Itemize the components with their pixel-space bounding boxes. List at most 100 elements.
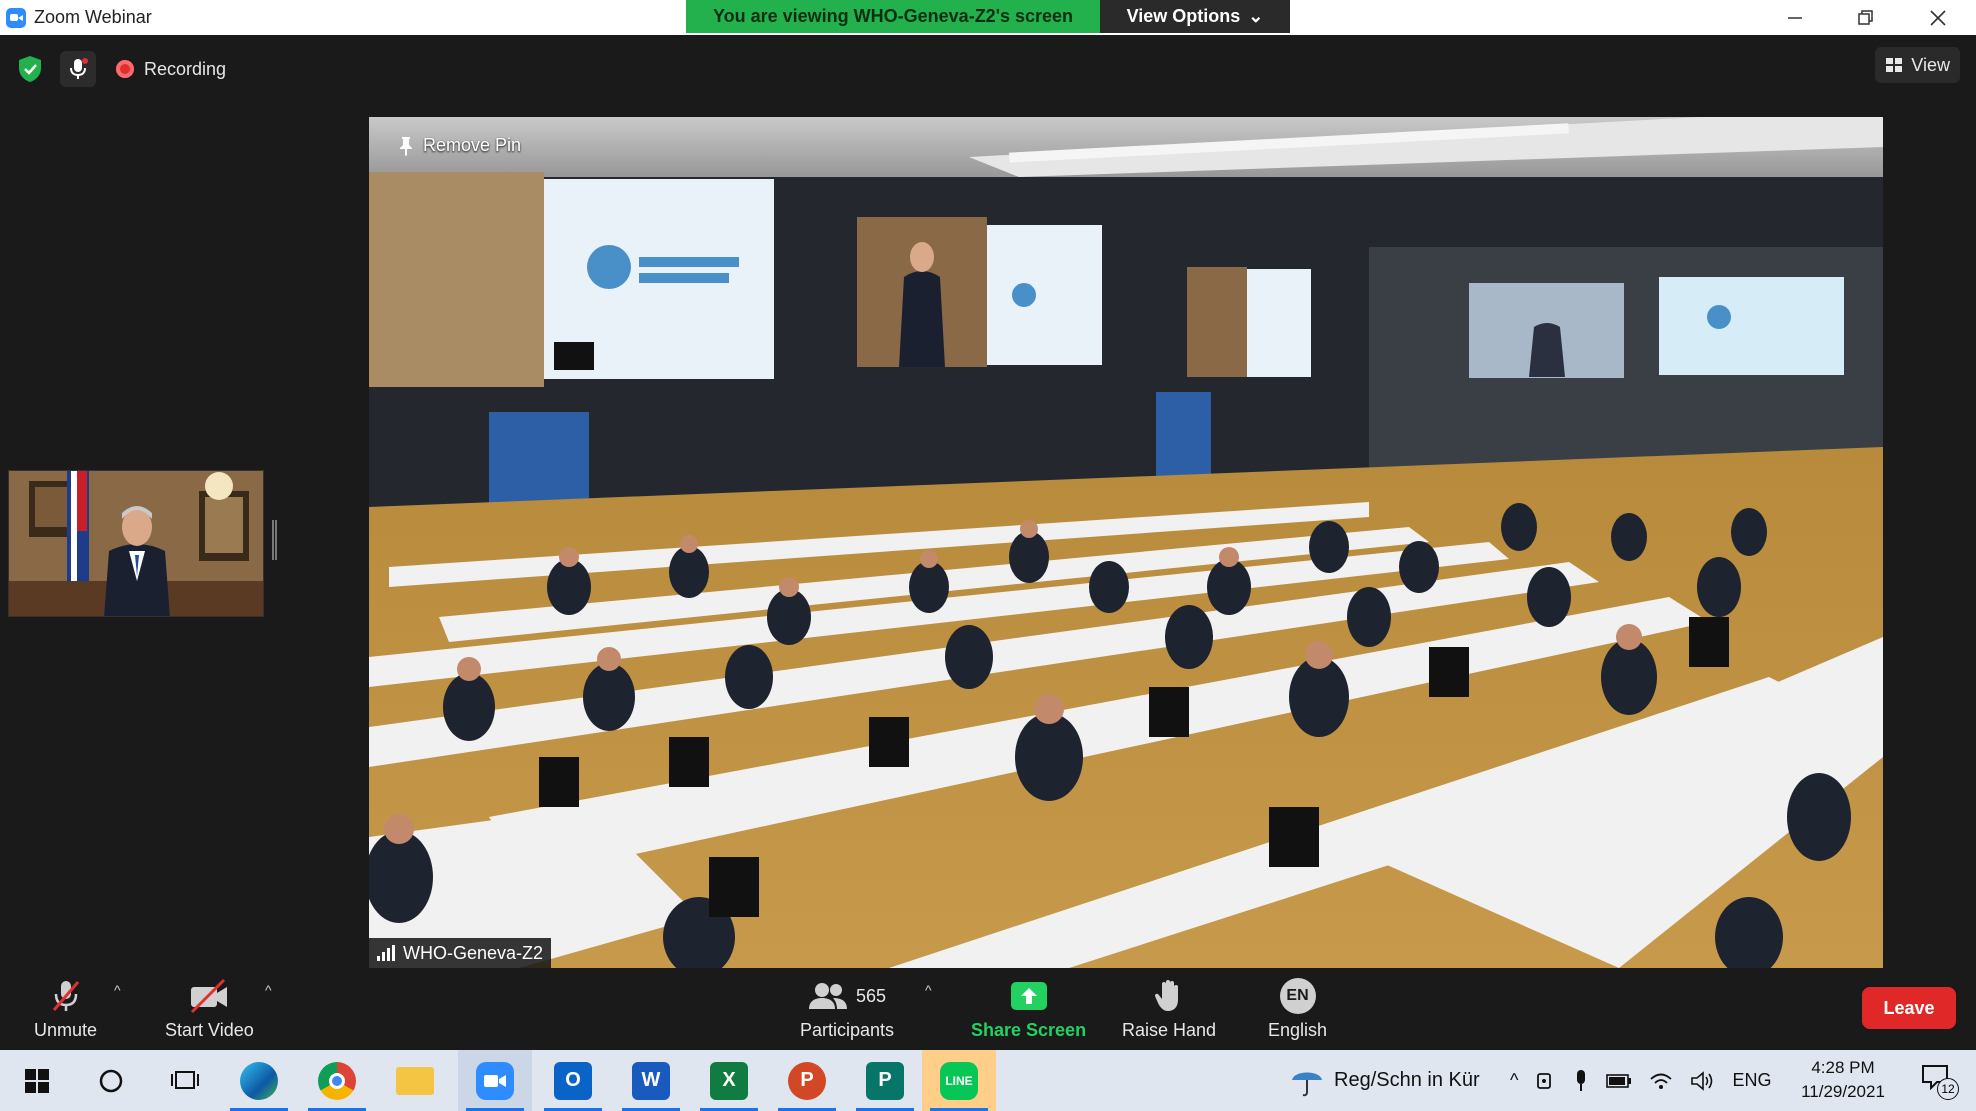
encryption-shield-icon[interactable] <box>14 53 46 85</box>
zoom-logo-icon <box>6 7 26 28</box>
minimize-button[interactable] <box>1765 0 1825 35</box>
line-icon: LINE <box>940 1061 978 1100</box>
video-options-chevron-icon[interactable]: ^ <box>265 982 272 998</box>
recording-dot-icon <box>116 60 134 78</box>
taskbar-file-explorer[interactable] <box>378 1050 452 1111</box>
windows-logo-icon <box>25 1068 49 1093</box>
participants-label: Participants <box>800 1020 895 1040</box>
taskbar-word[interactable]: W <box>614 1050 688 1111</box>
share-screen-icon <box>1010 982 1047 1010</box>
umbrella-icon <box>1292 1072 1322 1096</box>
leave-button[interactable]: Leave <box>1862 987 1956 1029</box>
participants-count: 565 <box>856 985 887 1006</box>
task-view-icon <box>171 1070 199 1089</box>
start-video-button[interactable]: Start Video <box>165 976 254 1041</box>
meeting-area: Recording View Remove Pin WHO-Geneva-Z2 <box>0 35 1976 968</box>
speaker-name-tag: WHO-Geneva-Z2 <box>369 938 552 968</box>
chevron-down-icon: ⌄ <box>1248 6 1264 26</box>
zoom-icon <box>476 1061 514 1100</box>
restore-icon <box>1858 9 1873 25</box>
chrome-icon <box>318 1061 356 1100</box>
taskbar-chrome[interactable] <box>300 1050 374 1111</box>
recording-label: Recording <box>144 58 227 79</box>
publisher-icon: P <box>866 1061 904 1100</box>
word-icon: W <box>632 1061 670 1100</box>
raise-hand-icon <box>1155 980 1179 1011</box>
taskbar-excel[interactable]: X <box>692 1050 766 1111</box>
battery-icon[interactable] <box>1606 1073 1632 1088</box>
pin-icon <box>400 136 412 156</box>
minimize-icon <box>1788 16 1802 19</box>
language-interpretation-button[interactable]: EN English <box>1268 976 1327 1041</box>
view-options-label: View Options <box>1126 6 1241 26</box>
meeting-status: Recording <box>14 51 226 87</box>
microphone-muted-icon <box>52 981 79 1011</box>
edge-icon <box>240 1061 278 1100</box>
unmute-button[interactable]: Unmute <box>34 976 97 1041</box>
raise-hand-label: Raise Hand <box>1122 1020 1217 1040</box>
view-label: View <box>1911 54 1950 75</box>
wifi-icon[interactable] <box>1650 1072 1673 1090</box>
notification-count-badge: 12 <box>1937 1077 1959 1100</box>
title-bar: Zoom Webinar You are viewing WHO-Geneva-… <box>0 0 1976 35</box>
clock[interactable]: 4:28 PM 11/29/2021 <box>1788 1056 1898 1104</box>
audio-options-chevron-icon[interactable]: ^ <box>114 982 121 998</box>
clock-time: 4:28 PM <box>1811 1058 1875 1077</box>
chevron-up-icon[interactable]: ^ <box>1510 1070 1518 1091</box>
taskbar-powerpoint[interactable]: P <box>770 1050 844 1111</box>
globe-language-icon: EN <box>1279 978 1316 1014</box>
raise-hand-button[interactable]: Raise Hand <box>1122 976 1216 1041</box>
language-label: English <box>1268 1020 1328 1040</box>
folder-icon <box>396 1066 434 1095</box>
search-circle-icon <box>99 1069 123 1092</box>
participants-button[interactable]: 565 Participants <box>800 976 894 1041</box>
start-video-label: Start Video <box>165 1020 254 1040</box>
taskbar-edge[interactable] <box>222 1050 296 1111</box>
signal-strength-icon <box>377 945 395 961</box>
notifications-button[interactable]: 12 <box>1908 1050 1968 1111</box>
shared-screen-video[interactable]: Remove Pin WHO-Geneva-Z2 <box>369 117 1883 968</box>
restore-button[interactable] <box>1836 0 1896 35</box>
windows-taskbar: O W X P P LINE Reg/Schn in Kür ^ ENG 4:2… <box>0 1050 1976 1111</box>
audio-status-icon[interactable] <box>60 51 96 87</box>
share-screen-button[interactable]: Share Screen <box>971 976 1086 1041</box>
meet-now-icon[interactable] <box>1536 1070 1556 1092</box>
system-tray: ^ ENG <box>1510 1050 1771 1111</box>
speaker-name: WHO-Geneva-Z2 <box>403 942 544 963</box>
participants-icon <box>809 983 847 1009</box>
volume-icon[interactable] <box>1690 1070 1714 1091</box>
remove-pin-label: Remove Pin <box>423 135 522 155</box>
participant-video-thumbnail[interactable] <box>8 470 264 617</box>
remove-pin-button[interactable]: Remove Pin <box>399 135 521 156</box>
input-language[interactable]: ENG <box>1732 1070 1771 1091</box>
recording-indicator: Recording <box>116 59 226 80</box>
powerpoint-icon: P <box>788 1061 826 1100</box>
view-options-button[interactable]: View Options ⌄ <box>1100 0 1290 33</box>
share-screen-label: Share Screen <box>971 1020 1087 1040</box>
participants-chevron-icon[interactable]: ^ <box>925 982 932 998</box>
task-view-button[interactable] <box>148 1050 222 1111</box>
grid-view-icon <box>1886 58 1903 72</box>
excel-icon: X <box>710 1061 748 1100</box>
taskbar-line[interactable]: LINE <box>922 1050 996 1111</box>
search-button[interactable] <box>74 1050 148 1111</box>
close-icon <box>1930 9 1946 26</box>
outlook-icon: O <box>554 1061 592 1100</box>
weather-widget[interactable]: Reg/Schn in Kür <box>1290 1050 1480 1111</box>
taskbar-publisher[interactable]: P <box>848 1050 922 1111</box>
taskbar-zoom[interactable] <box>458 1050 532 1111</box>
zoom-webinar-window: Zoom Webinar You are viewing WHO-Geneva-… <box>0 0 1976 1111</box>
microphone-icon[interactable] <box>1574 1069 1588 1093</box>
unmute-label: Unmute <box>34 1020 98 1040</box>
window-title: Zoom Webinar <box>34 7 152 27</box>
clock-date: 11/29/2021 <box>1801 1082 1885 1101</box>
close-button[interactable] <box>1908 0 1968 35</box>
viewing-banner: You are viewing WHO-Geneva-Z2's screen <box>686 0 1100 33</box>
panel-resize-handle[interactable] <box>272 520 277 560</box>
taskbar-outlook[interactable]: O <box>536 1050 610 1111</box>
meeting-controls: Unmute ^ Start Video ^ 565 Participants … <box>0 968 1976 1050</box>
video-camera-off-icon <box>191 978 228 1014</box>
view-button[interactable]: View <box>1875 47 1960 83</box>
start-button[interactable] <box>0 1050 74 1111</box>
weather-text: Reg/Schn in Kür <box>1334 1069 1480 1091</box>
